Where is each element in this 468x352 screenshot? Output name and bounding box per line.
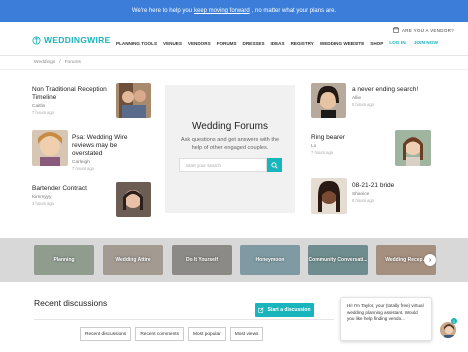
- thread-title[interactable]: a never ending search!: [352, 86, 442, 94]
- category-label: Honeymoon: [255, 257, 285, 263]
- forum-search-input[interactable]: Start your search: [179, 158, 267, 172]
- thread-time: 7 hours ago: [32, 110, 55, 116]
- nav-venues[interactable]: VENUES: [163, 41, 182, 46]
- thread-title[interactable]: Bartender Contract: [32, 185, 112, 193]
- thread-title[interactable]: Ring bearer: [311, 134, 381, 142]
- thread-time: 7 hours ago: [72, 166, 95, 172]
- header-divider: [0, 55, 468, 56]
- thread-title[interactable]: Psa: Wedding Wire reviews may be oversta…: [72, 134, 136, 158]
- chat-bubble[interactable]: Hi! I'm Taylor, your (totally free) virt…: [340, 297, 432, 341]
- nav-vendors[interactable]: VENDORS: [188, 41, 211, 46]
- thread-item[interactable]: Psa: Wedding Wire reviews may be oversta…: [72, 134, 136, 171]
- thread-avatar[interactable]: [311, 83, 346, 118]
- category-label: Community Conversati...: [308, 257, 368, 263]
- chevron-right-icon: ›: [428, 256, 432, 264]
- top-banner: We're here to help you keep moving forwa…: [0, 0, 468, 22]
- start-discussion-button[interactable]: Start a discussion: [255, 303, 314, 317]
- tab-recent-comments[interactable]: Recent comments: [135, 327, 184, 341]
- thread-avatar[interactable]: [395, 130, 431, 166]
- nav-ideas[interactable]: IDEAS: [271, 41, 285, 46]
- category-label: Wedding Attire: [115, 257, 151, 263]
- logo[interactable]: WEDDINGWIRE: [32, 35, 111, 45]
- category-card-community[interactable]: Community Conversati...: [308, 245, 368, 275]
- tab-most-views[interactable]: Most views: [229, 327, 264, 341]
- thread-item[interactable]: Bartender Contract Kimmyyy 3 hours ago: [32, 185, 112, 206]
- nav-wedding-website[interactable]: WEDDING WEBSITE: [320, 41, 364, 46]
- login-link[interactable]: LOG IN: [389, 41, 406, 46]
- thread-time: 7 hours ago: [311, 150, 334, 156]
- chat-message: Hi! I'm Taylor, your (totally free) virt…: [347, 303, 424, 322]
- join-link[interactable]: JOIN NOW: [414, 41, 438, 46]
- search-icon: [271, 161, 278, 169]
- thread-title[interactable]: Non Traditional Reception Timeline: [32, 86, 112, 102]
- auth-links: LOG IN JOIN NOW: [389, 41, 438, 46]
- category-card-honeymoon[interactable]: Honeymoon: [240, 245, 300, 275]
- thread-user: Carleigh: [72, 160, 90, 166]
- nav-registry[interactable]: REGISTRY: [291, 41, 314, 46]
- breadcrumb-weddings[interactable]: Weddings: [34, 60, 55, 65]
- compose-icon: [258, 307, 265, 313]
- category-card-diy[interactable]: Do It Yourself: [172, 245, 232, 275]
- breadcrumb: Weddings / Forums: [34, 60, 81, 65]
- tab-recent-discussions[interactable]: Recent discussions: [80, 327, 132, 341]
- thread-user: Shanice: [352, 192, 370, 198]
- recent-discussions-title: Recent discussions: [34, 298, 108, 308]
- forum-description: Ask questions and get answers with the h…: [180, 137, 280, 152]
- forum-title: Wedding Forums: [192, 121, 268, 132]
- breadcrumb-separator: /: [59, 60, 61, 65]
- forum-search-box: Wedding Forums Ask questions and get ans…: [165, 85, 295, 213]
- main-nav: PLANNING TOOLS VENUES VENDORS FORUMS DRE…: [116, 41, 383, 46]
- nav-planning-tools[interactable]: PLANNING TOOLS: [116, 41, 157, 46]
- thread-avatar[interactable]: [311, 178, 347, 214]
- thread-title[interactable]: 08-21-21 bride: [352, 182, 442, 190]
- nav-shop[interactable]: SHOP: [370, 41, 383, 46]
- start-discussion-label: Start a discussion: [267, 307, 311, 313]
- breadcrumb-divider: [0, 69, 468, 70]
- recent-divider: [34, 319, 334, 320]
- thread-user: Caitlin: [32, 104, 46, 110]
- thread-item[interactable]: Non Traditional Reception Timeline Caitl…: [32, 86, 112, 115]
- thread-user: Allie: [352, 96, 362, 102]
- thread-time: 8 hours ago: [352, 198, 375, 204]
- thread-avatar[interactable]: [116, 83, 151, 118]
- thread-avatar[interactable]: [116, 182, 151, 217]
- ring-logo-icon: [32, 35, 41, 45]
- nav-forums[interactable]: FORUMS: [217, 41, 237, 46]
- tab-most-popular[interactable]: Most popular: [187, 327, 226, 341]
- thread-item[interactable]: a never ending search! Allie 5 hours ago: [352, 86, 442, 107]
- thread-item[interactable]: 08-21-21 bride Shanice 8 hours ago: [352, 182, 442, 203]
- category-carousel: Planning Wedding Attire Do It Yourself H…: [0, 238, 468, 282]
- category-label: Planning: [53, 257, 75, 263]
- nav-dresses[interactable]: DRESSES: [243, 41, 265, 46]
- banner-link[interactable]: keep moving forward: [194, 8, 250, 14]
- forum-search-button[interactable]: [267, 158, 282, 172]
- banner-text: We're here to help you: [131, 8, 192, 14]
- thread-user: Lo: [311, 144, 317, 150]
- breadcrumb-forums[interactable]: Forums: [65, 60, 81, 65]
- thread-avatar[interactable]: [32, 130, 68, 166]
- carousel-next-button[interactable]: ›: [424, 254, 436, 266]
- logo-text: WEDDINGWIRE: [44, 35, 111, 45]
- site-header: WEDDINGWIRE PLANNING TOOLS VENUES VENDOR…: [0, 32, 468, 54]
- chat-notification-badge: 1: [451, 318, 457, 324]
- banner-text-end: , no matter what your plans are.: [251, 8, 337, 14]
- category-card-wedding-attire[interactable]: Wedding Attire: [103, 245, 163, 275]
- thread-time: 3 hours ago: [32, 201, 55, 207]
- category-label: Do It Yourself: [185, 257, 219, 263]
- thread-item[interactable]: Ring bearer Lo 7 hours ago: [311, 134, 381, 155]
- category-card-planning[interactable]: Planning: [34, 245, 94, 275]
- thread-time: 5 hours ago: [352, 102, 375, 108]
- discussion-tabs: Recent discussions Recent comments Most …: [80, 327, 264, 341]
- thread-user: Kimmyyy: [32, 195, 52, 201]
